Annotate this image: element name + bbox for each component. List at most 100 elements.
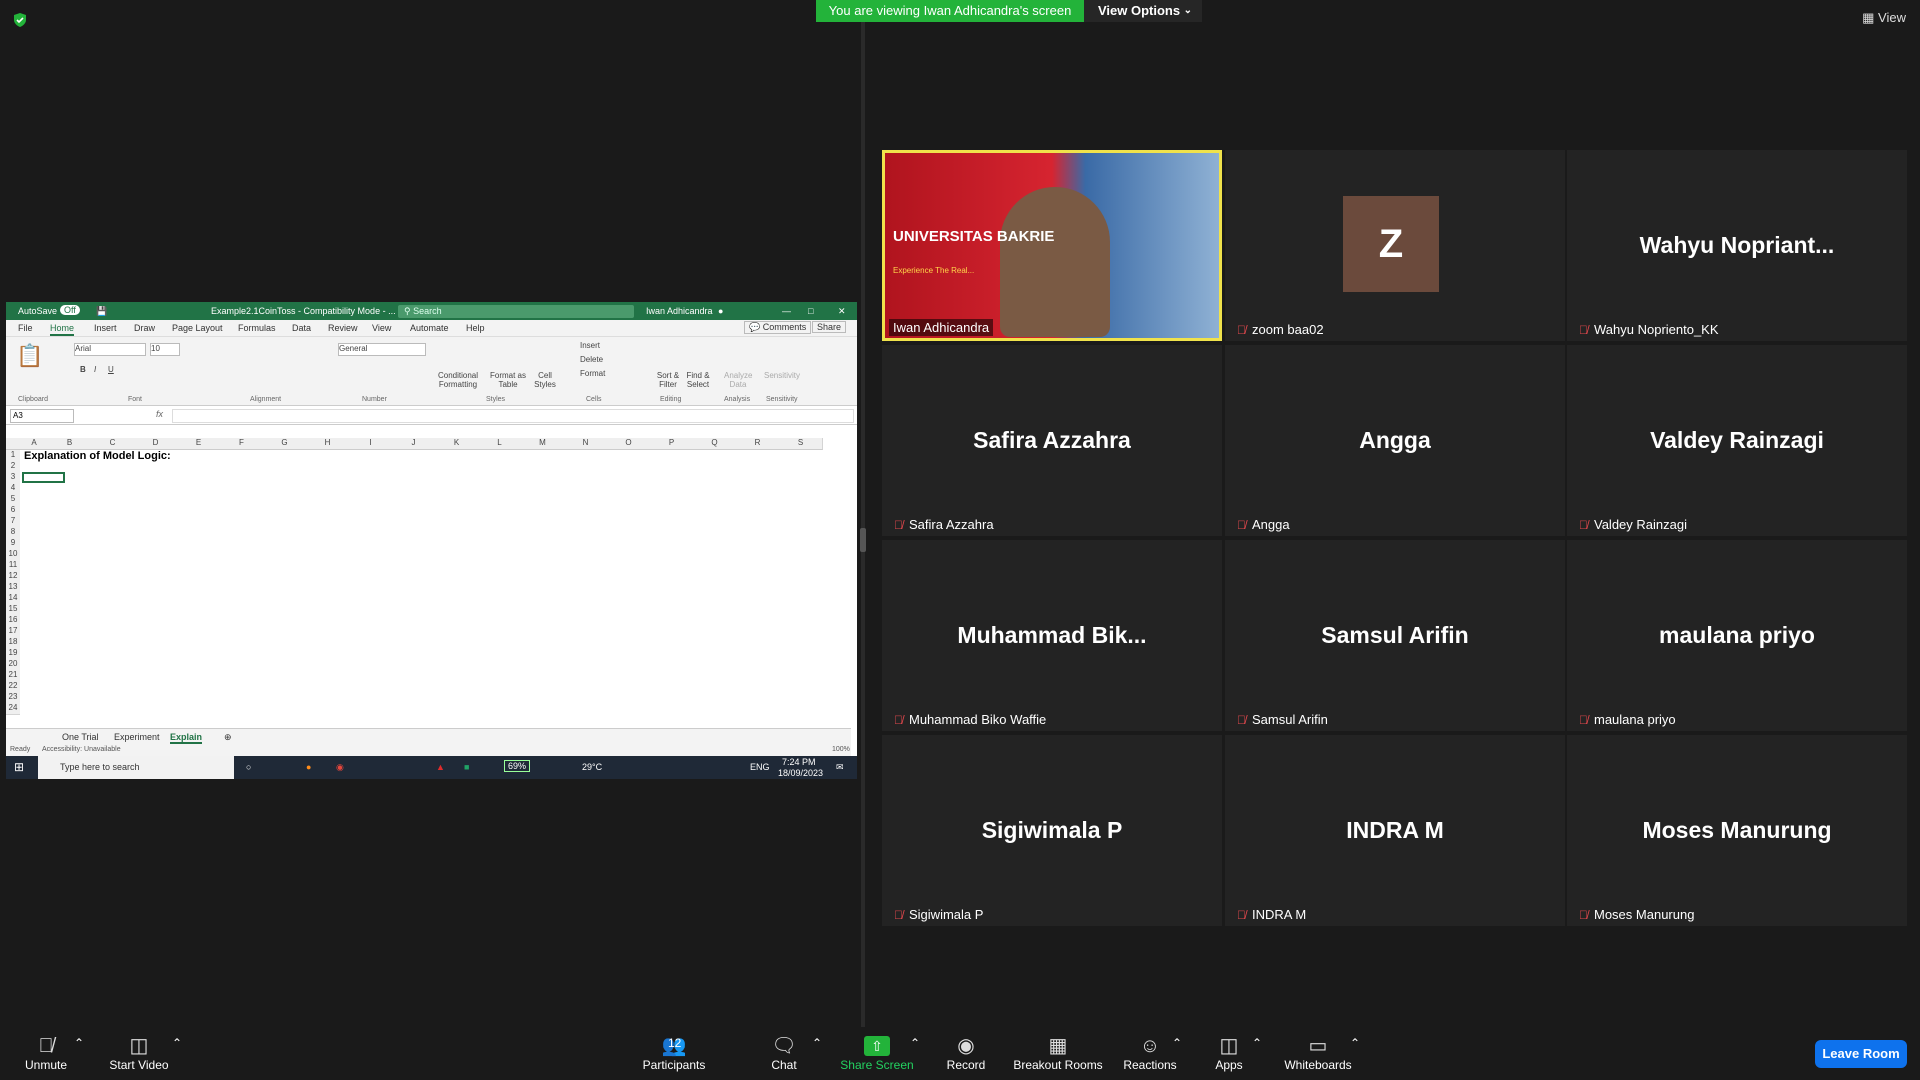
menu-review[interactable]: Review — [328, 323, 358, 333]
status-accessibility[interactable]: Accessibility: Unavailable — [42, 746, 121, 753]
tab-experiment[interactable]: Experiment — [114, 732, 160, 742]
leave-room-button[interactable]: Leave Room — [1815, 1040, 1907, 1068]
insert-cells-button[interactable]: Insert — [580, 341, 600, 350]
column-header[interactable]: D — [134, 438, 178, 450]
menu-automate[interactable]: Automate — [410, 323, 449, 333]
record-button[interactable]: ◉ Record — [944, 1034, 988, 1072]
language-indicator[interactable]: ENG — [750, 762, 770, 772]
video-tile[interactable]: Wahyu Nopriant... 🎙̸ Wahyu Nopriento_KK — [1567, 150, 1907, 341]
column-header[interactable]: C — [91, 438, 135, 450]
analyze-data-button[interactable]: Analyze Data — [724, 371, 752, 389]
pane-splitter[interactable] — [861, 22, 865, 1027]
reactions-options-chevron-icon[interactable]: ⌃ — [1172, 1036, 1182, 1050]
apps-button[interactable]: ◫ Apps — [1212, 1034, 1246, 1072]
tab-explain[interactable]: Explain — [170, 732, 203, 744]
column-header[interactable]: E — [177, 438, 221, 450]
start-video-button[interactable]: ◫ Start Video — [104, 1034, 174, 1072]
font-size-select[interactable]: 10 — [150, 343, 180, 356]
view-button[interactable]: ▦ View — [1862, 10, 1906, 26]
share-button[interactable]: Share — [812, 321, 847, 333]
column-header[interactable]: J — [392, 438, 436, 450]
menu-view[interactable]: View — [372, 323, 391, 333]
column-header[interactable]: N — [564, 438, 608, 450]
column-header[interactable]: K — [435, 438, 479, 450]
clock-time[interactable]: 7:24 PM — [782, 757, 816, 767]
notification-icon[interactable]: ✉ — [836, 762, 844, 773]
video-tile-iwan-adhicandra[interactable]: UNIVERSITAS BAKRIE Experience The Real..… — [882, 150, 1222, 341]
apps-options-chevron-icon[interactable]: ⌃ — [1252, 1036, 1262, 1050]
format-as-table-button[interactable]: Format as Table — [488, 371, 528, 389]
column-header[interactable]: G — [263, 438, 307, 450]
column-header[interactable]: I — [349, 438, 393, 450]
reactions-button[interactable]: ☺ Reactions — [1122, 1034, 1178, 1072]
column-header[interactable]: O — [607, 438, 651, 450]
formula-input[interactable] — [172, 409, 854, 423]
add-sheet-icon[interactable]: ⊕ — [224, 732, 232, 743]
menu-formulas[interactable]: Formulas — [238, 323, 276, 333]
share-screen-button[interactable]: ⇧ Share Screen — [840, 1034, 914, 1072]
conditional-formatting-button[interactable]: Conditional Formatting — [436, 371, 480, 389]
find-select-button[interactable]: Find & Select — [684, 371, 712, 389]
video-tile[interactable]: Muhammad Bik... 🎙̸ Muhammad Biko Waffie — [882, 540, 1222, 731]
format-cells-button[interactable]: Format — [580, 369, 605, 378]
paste-icon[interactable]: 📋 — [16, 343, 43, 369]
video-tile[interactable]: Moses Manurung 🎙̸ Moses Manurung — [1567, 735, 1907, 926]
close-icon[interactable]: ✕ — [838, 306, 846, 317]
unmute-button[interactable]: 🎙̸ Unmute — [16, 1034, 76, 1072]
tab-one-trial[interactable]: One Trial — [62, 732, 99, 742]
excel-app-icon[interactable]: ■ — [464, 762, 469, 772]
zoom-level[interactable]: 100% — [832, 746, 850, 753]
video-tile[interactable]: Sigiwimala P 🎙̸ Sigiwimala P — [882, 735, 1222, 926]
column-header[interactable]: S — [779, 438, 823, 450]
acrobat-icon[interactable]: ▲ — [436, 762, 445, 772]
avatar[interactable]: ● — [718, 306, 723, 316]
selected-cell-a3[interactable] — [22, 472, 65, 483]
video-tile[interactable]: Safira Azzahra 🎙̸ Safira Azzahra — [882, 345, 1222, 536]
video-tile[interactable]: maulana priyo 🎙̸ maulana priyo — [1567, 540, 1907, 731]
save-icon[interactable]: 💾 — [96, 306, 107, 317]
row-header[interactable]: 24 — [6, 703, 20, 715]
video-tile[interactable]: Z 🎙̸ zoom baa02 — [1225, 150, 1565, 341]
chat-options-chevron-icon[interactable]: ⌃ — [812, 1036, 822, 1050]
column-header[interactable]: P — [650, 438, 694, 450]
clock-date[interactable]: 18/09/2023 — [778, 768, 823, 778]
audio-options-chevron-icon[interactable]: ⌃ — [74, 1036, 84, 1050]
column-header[interactable]: B — [48, 438, 92, 450]
security-shield-icon[interactable] — [12, 12, 28, 28]
column-header[interactable]: M — [521, 438, 565, 450]
participants-button[interactable]: 👥 12 Participants — [638, 1034, 710, 1072]
video-tile[interactable]: Samsul Arifin 🎙̸ Samsul Arifin — [1225, 540, 1565, 731]
video-tile[interactable]: Angga 🎙̸ Angga — [1225, 345, 1565, 536]
autosave-toggle[interactable]: Off — [60, 305, 80, 315]
taskbar-search-input[interactable]: Type here to search — [38, 756, 234, 779]
bold-icon[interactable]: B — [80, 365, 86, 374]
weather-temp[interactable]: 29°C — [582, 762, 602, 772]
chrome-icon[interactable]: ◉ — [336, 762, 344, 773]
breakout-rooms-button[interactable]: ▦ Breakout Rooms — [1012, 1034, 1104, 1072]
column-header[interactable]: F — [220, 438, 264, 450]
underline-icon[interactable]: U — [108, 365, 114, 374]
firefox-icon[interactable]: ● — [306, 762, 311, 772]
whiteboards-options-chevron-icon[interactable]: ⌃ — [1350, 1036, 1360, 1050]
share-options-chevron-icon[interactable]: ⌃ — [910, 1036, 920, 1050]
chat-button[interactable]: 🗨 Chat — [766, 1034, 802, 1072]
sensitivity-button[interactable]: Sensitivity — [762, 371, 802, 380]
menu-file[interactable]: File — [18, 323, 33, 333]
spreadsheet-grid[interactable]: ABCDEFGHIJKLMNOPQRS 1 2 3 4 5 6 7 8 9 10 11 12 13 14 1… — [6, 438, 851, 728]
italic-icon[interactable]: I — [94, 365, 96, 374]
video-tile[interactable]: Valdey Rainzagi 🎙̸ Valdey Rainzagi — [1567, 345, 1907, 536]
column-header[interactable]: H — [306, 438, 350, 450]
menu-draw[interactable]: Draw — [134, 323, 155, 333]
delete-cells-button[interactable]: Delete — [580, 355, 603, 364]
video-options-chevron-icon[interactable]: ⌃ — [172, 1036, 182, 1050]
video-tile[interactable]: INDRA M 🎙̸ INDRA M — [1225, 735, 1565, 926]
font-name-select[interactable]: Arial — [74, 343, 146, 356]
number-format-select[interactable]: General — [338, 343, 426, 356]
column-header[interactable]: L — [478, 438, 522, 450]
splitter-handle[interactable] — [860, 528, 866, 552]
menu-help[interactable]: Help — [466, 323, 485, 333]
sort-filter-button[interactable]: Sort & Filter — [654, 371, 682, 389]
excel-search-input[interactable]: ⚲ Search — [398, 305, 634, 318]
menu-data[interactable]: Data — [292, 323, 311, 333]
menu-home[interactable]: Home — [50, 323, 75, 336]
